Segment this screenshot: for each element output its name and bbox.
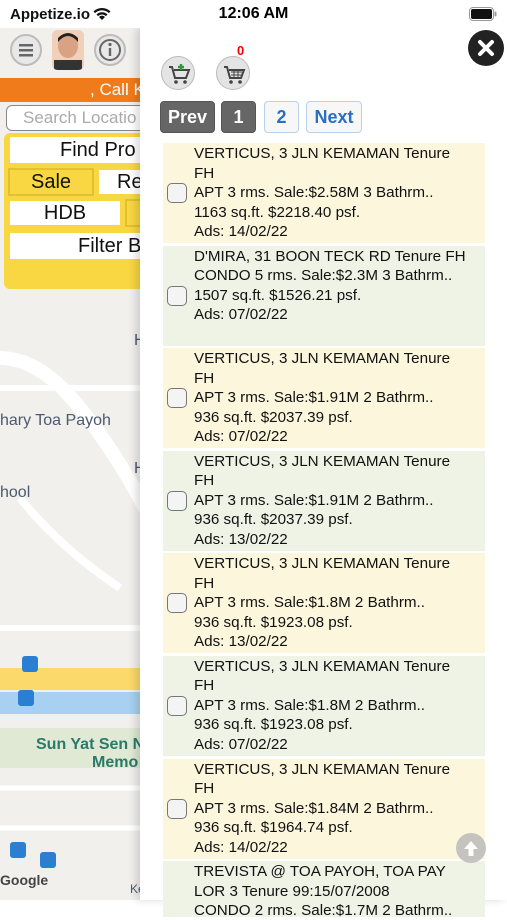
listing-line: APT 3 rms. Sale:$2.58M 3 Bathrm.. xyxy=(194,184,434,201)
map-label: hary Toa Payoh xyxy=(0,412,111,429)
listing-line: Ads: 07/02/22 xyxy=(194,428,288,446)
page-1-button[interactable]: 1 xyxy=(221,101,256,133)
clock: 12:06 AM xyxy=(218,5,289,22)
call-banner[interactable]: , Call K xyxy=(0,78,150,102)
listing-line: APT 3 rms. Sale:$1.8M 2 Bathrm.. xyxy=(194,594,425,612)
listing-line: 1163 sq.ft. $2218.40 psf. xyxy=(194,203,361,221)
hdb-button[interactable]: HDB xyxy=(8,199,122,227)
listing-row[interactable]: D'MIRA, 31 BOON TECK RD Tenure FH CONDO … xyxy=(163,245,485,346)
select-checkbox[interactable] xyxy=(167,490,187,511)
listing-line: FH xyxy=(194,574,215,592)
battery-icon xyxy=(469,7,497,21)
listing-line: 1507 sq.ft. $1526.21 psf. xyxy=(194,286,362,304)
listing-line: TREVISTA @ TOA PAYOH, TOA PAY xyxy=(194,863,446,881)
prev-page-button[interactable]: Prev xyxy=(160,101,215,133)
select-checkbox[interactable] xyxy=(167,388,187,409)
hamburger-menu-button[interactable] xyxy=(10,34,42,66)
listing-line: FH xyxy=(194,677,215,695)
listing-line: APT 3 rms. Sale:$1.91M 2 Bathrm.. xyxy=(194,389,434,407)
cart-add-icon xyxy=(169,64,191,84)
listing-line: Ads: 13/02/22 xyxy=(194,530,288,548)
listing-row[interactable]: TREVISTA @ TOA PAYOH, TOA PAY LOR 3 Tenu… xyxy=(163,861,485,918)
listing-line: VERTICUS, 3 JLN KEMAMAN Tenure xyxy=(194,555,451,573)
sale-tab[interactable]: Sale xyxy=(8,168,94,196)
map-label: Sun Yat Sen N xyxy=(36,736,145,753)
listing-line: Ads: 07/02/22 xyxy=(194,735,288,753)
listing-line: FH xyxy=(194,369,215,387)
listing-row[interactable]: VERTICUS, 3 JLN KEMAMAN Tenure FH APT 3 … xyxy=(163,143,485,243)
listing-line: VERTICUS, 3 JLN KEMAMAN Tenure xyxy=(194,760,451,778)
cart-icon xyxy=(224,66,246,84)
select-checkbox[interactable] xyxy=(167,695,187,716)
listing-line: CONDO 2 rms. Sale:$1.7M 2 Bathrm.. xyxy=(194,902,453,918)
listing-line: 936 sq.ft. $1923.08 psf. xyxy=(194,716,353,734)
select-checkbox[interactable] xyxy=(167,798,187,819)
listing-line: Ads: 14/02/22 xyxy=(194,838,288,856)
cart-button[interactable] xyxy=(216,56,250,90)
listing-line: VERTICUS, 3 JLN KEMAMAN Tenure xyxy=(194,452,451,470)
google-logo: Google xyxy=(0,872,49,888)
listing-line: APT 3 rms. Sale:$1.84M 2 Bathrm.. xyxy=(194,799,434,817)
listing-line: APT 3 rms. Sale:$1.91M 2 Bathrm.. xyxy=(194,491,434,509)
listing-line: VERTICUS, 3 JLN KEMAMAN Tenure xyxy=(194,145,451,162)
close-icon xyxy=(478,40,494,56)
cart-count-badge: 0 xyxy=(237,43,245,58)
arrow-up-icon xyxy=(464,841,478,856)
info-icon xyxy=(99,39,121,61)
listing-line: Ads: 13/02/22 xyxy=(194,633,288,651)
listing-line: 936 sq.ft. $2037.39 psf. xyxy=(194,511,353,529)
close-button[interactable] xyxy=(468,30,504,66)
listing-line: APT 3 rms. Sale:$1.8M 2 Bathrm.. xyxy=(194,696,425,714)
listing-row[interactable]: VERTICUS, 3 JLN KEMAMAN Tenure FH APT 3 … xyxy=(163,450,485,551)
status-bar: Appetize.io 12:06 AM xyxy=(0,0,507,28)
listing-line: FH xyxy=(194,164,215,182)
listing-row[interactable]: VERTICUS, 3 JLN KEMAMAN Tenure FH APT 3 … xyxy=(163,758,485,859)
listing-row[interactable]: VERTICUS, 3 JLN KEMAMAN Tenure FH APT 3 … xyxy=(163,655,485,756)
map-label: hool xyxy=(0,484,31,501)
listing-line: D'MIRA, 31 BOON TECK RD Tenure FH xyxy=(194,247,466,265)
next-page-button[interactable]: Next xyxy=(306,101,362,133)
listing-line: 936 sq.ft. $1964.74 psf. xyxy=(194,819,353,837)
add-to-cart-button[interactable] xyxy=(161,56,195,90)
scroll-to-top-button[interactable] xyxy=(456,833,486,863)
select-checkbox[interactable] xyxy=(167,183,187,203)
listing-line: Ads: 14/02/22 xyxy=(194,223,288,240)
listing-line: FH xyxy=(194,472,215,490)
find-property-button[interactable]: Find Pro xyxy=(8,135,154,165)
info-button[interactable] xyxy=(94,34,126,66)
listing-line: 936 sq.ft. $2037.39 psf. xyxy=(194,408,353,426)
listing-line: VERTICUS, 3 JLN KEMAMAN Tenure xyxy=(194,657,451,675)
filter-button[interactable]: Filter B xyxy=(8,231,154,261)
listing-row[interactable]: VERTICUS, 3 JLN KEMAMAN Tenure FH APT 3 … xyxy=(163,553,485,654)
listing-line: FH xyxy=(194,780,215,798)
listing-line: 936 sq.ft. $1923.08 psf. xyxy=(194,613,353,631)
location-search-input[interactable]: Search Locatio xyxy=(6,105,156,131)
map-label: Memo xyxy=(92,754,139,771)
listing-line: CONDO 5 rms. Sale:$2.3M 3 Bathrm.. xyxy=(194,267,453,285)
listing-list: VERTICUS, 3 JLN KEMAMAN Tenure FH APT 3 … xyxy=(163,143,485,920)
menu-icon xyxy=(19,44,33,57)
select-checkbox[interactable] xyxy=(167,593,187,614)
listing-row[interactable]: VERTICUS, 3 JLN KEMAMAN Tenure FH APT 3 … xyxy=(163,348,485,449)
listing-line: LOR 3 Tenure 99:15/07/2008 xyxy=(194,882,390,900)
select-checkbox[interactable] xyxy=(167,285,187,306)
listing-line: Ads: 07/02/22 xyxy=(194,306,288,324)
page-2-button[interactable]: 2 xyxy=(264,101,299,133)
listing-line: VERTICUS, 3 JLN KEMAMAN Tenure xyxy=(194,350,451,368)
avatar[interactable] xyxy=(52,30,84,70)
